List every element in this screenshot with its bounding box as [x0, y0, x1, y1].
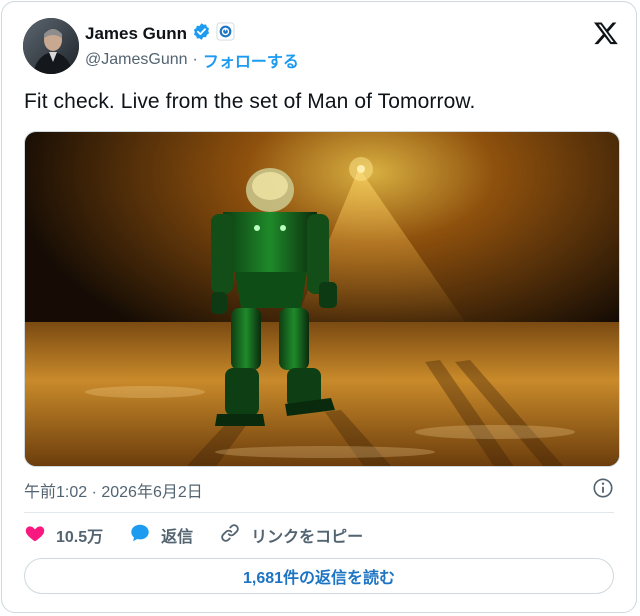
- author-handle-row: @JamesGunn · フォローする: [85, 49, 299, 71]
- like-count: 10.5万: [56, 529, 104, 546]
- divider: [24, 512, 614, 513]
- author-handle[interactable]: @JamesGunn: [85, 51, 188, 69]
- media-image: [25, 132, 619, 466]
- copy-link-button[interactable]: リンクをコピー: [219, 522, 363, 549]
- reply-label: 返信: [161, 529, 194, 546]
- speech-bubble-icon: [129, 522, 151, 549]
- info-icon[interactable]: [592, 477, 614, 499]
- heart-icon: [24, 522, 46, 549]
- action-bar: 10.5万 返信 リンクをコピー: [24, 522, 389, 548]
- avatar-image: [23, 18, 79, 74]
- tweet-card: James Gunn @JamesGunn · フォローする Fit check…: [1, 1, 637, 613]
- read-replies-button[interactable]: 1,681件の返信を読む: [24, 558, 614, 594]
- link-icon: [219, 522, 241, 549]
- avatar[interactable]: [23, 18, 79, 74]
- author-name-row: James Gunn: [85, 22, 235, 46]
- affiliate-badge-icon: [216, 22, 235, 46]
- like-button[interactable]: 10.5万: [24, 522, 103, 549]
- verified-badge-icon: [192, 22, 211, 46]
- tweet-timestamp[interactable]: 午前1:02 · 2026年6月2日: [24, 478, 203, 502]
- tweet-text: Fit check. Live from the set of Man of T…: [24, 90, 476, 113]
- tweet-media[interactable]: [24, 131, 620, 467]
- author-name[interactable]: James Gunn: [85, 24, 187, 44]
- reply-button[interactable]: 返信: [129, 522, 193, 549]
- handle-separator: ·: [192, 51, 198, 68]
- x-logo-icon[interactable]: [593, 20, 619, 46]
- copy-link-label: リンクをコピー: [251, 529, 364, 546]
- follow-button[interactable]: フォローする: [203, 48, 299, 72]
